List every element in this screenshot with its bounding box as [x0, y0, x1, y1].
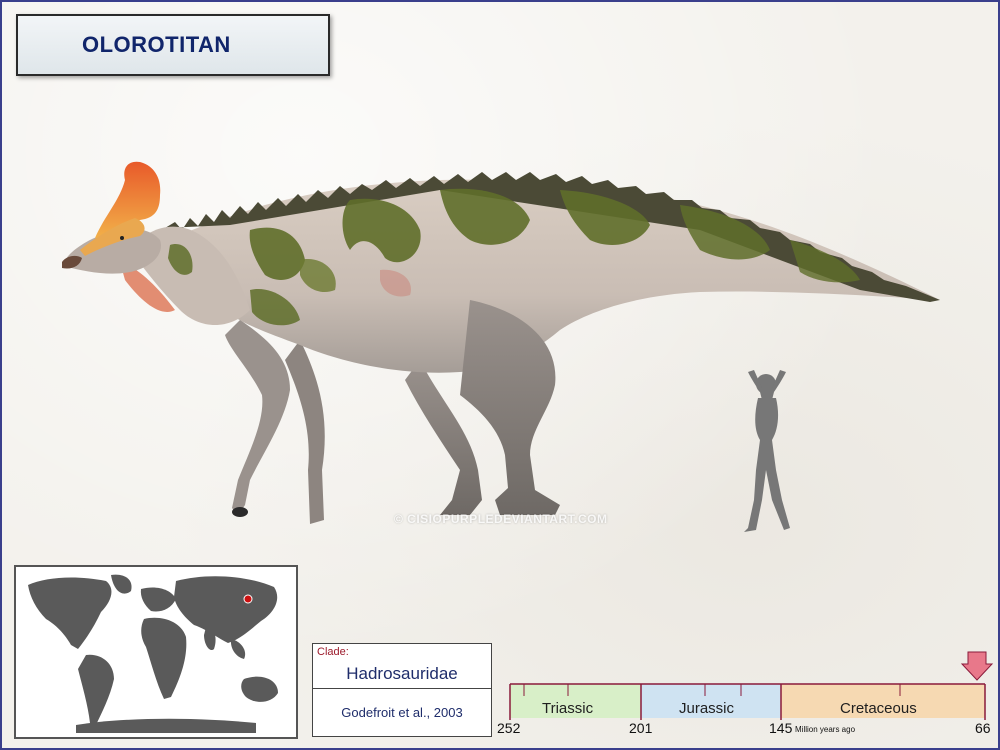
geologic-timeline: [509, 651, 994, 720]
time-marker-arrow: [960, 651, 994, 681]
tick-label-201: 201: [629, 720, 653, 736]
unit-label: Million years ago: [795, 725, 856, 734]
period-label-triassic: Triassic: [542, 700, 594, 717]
period-label-jurassic: Jurassic: [679, 700, 735, 717]
tick-label-145: 145: [769, 720, 793, 736]
period-label-cretaceous: Cretaceous: [840, 700, 917, 717]
tick-label-66: 66: [975, 720, 991, 736]
tick-label-252: 252: [497, 720, 521, 736]
